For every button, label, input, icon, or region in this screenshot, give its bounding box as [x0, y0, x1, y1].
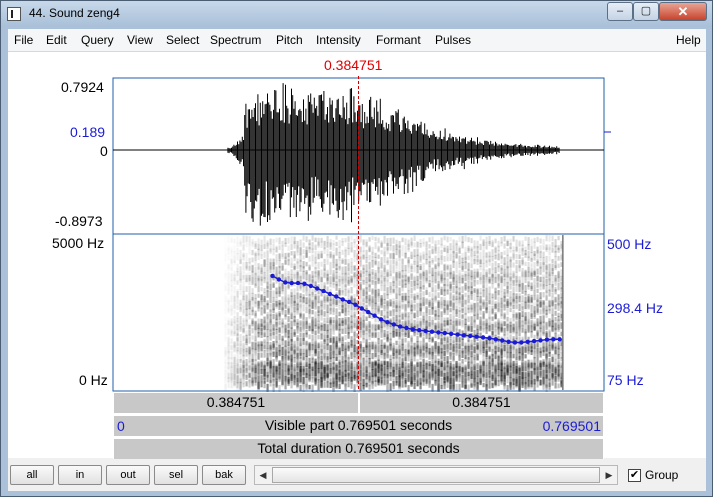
- zoom-selection-button[interactable]: sel: [154, 465, 198, 485]
- menu-file[interactable]: File: [14, 33, 33, 47]
- horizontal-scrollbar[interactable]: ◀ ▶: [254, 465, 618, 485]
- bottom-toolbar: all in out sel bak ◀ ▶ ✔ Group: [8, 459, 706, 491]
- pitch-point: [340, 297, 345, 302]
- pitch-point: [359, 306, 364, 311]
- pitch-point: [308, 283, 313, 289]
- pitch-point: [487, 336, 492, 341]
- zoom-in-button[interactable]: in: [58, 465, 102, 485]
- pitch-point: [410, 327, 416, 332]
- visible-start-label: 0: [117, 418, 125, 434]
- scroll-left-arrow-icon[interactable]: ◀: [255, 466, 271, 484]
- pitch-point: [449, 331, 454, 336]
- pitch-track: [270, 273, 562, 345]
- spectrogram: [227, 235, 564, 393]
- pitch-point: [372, 313, 377, 318]
- pitch-point: [404, 325, 409, 331]
- minimize-button[interactable]: ‒: [607, 2, 633, 21]
- pitch-point: [378, 317, 384, 322]
- pitch-point: [455, 332, 460, 337]
- scroll-right-arrow-icon[interactable]: ▶: [601, 466, 617, 484]
- pitch-point: [417, 328, 422, 333]
- menu-help[interactable]: Help: [676, 33, 701, 47]
- praat-sound-window: 44. Sound zeng4 ‒ ▢ ✕ File Edit Query Vi…: [0, 0, 713, 497]
- all-button[interactable]: all: [10, 465, 54, 485]
- pitch-point: [391, 322, 396, 327]
- pitch-point: [512, 340, 518, 345]
- sound-editor: 0.384751 0.7924 0.189 0 -0.8973 5000 Hz …: [8, 52, 706, 460]
- menu-edit[interactable]: Edit: [46, 33, 67, 47]
- close-button[interactable]: ✕: [659, 2, 707, 21]
- pitch-point: [397, 324, 403, 329]
- pitch-point: [423, 328, 428, 334]
- menu-intensity[interactable]: Intensity: [316, 33, 361, 47]
- pitch-point: [506, 339, 511, 344]
- pitch-point: [442, 330, 447, 336]
- pitch-point: [276, 277, 282, 282]
- pitch-point: [480, 335, 486, 340]
- window-title: 44. Sound zeng4: [29, 6, 120, 20]
- pitch-point: [557, 337, 562, 342]
- pitch-point: [436, 330, 441, 335]
- right-segment-bar[interactable]: 0.384751: [359, 392, 604, 414]
- visible-part-bar[interactable]: 0 Visible part 0.769501 seconds 0.769501: [113, 415, 604, 437]
- praat-app-icon[interactable]: [7, 7, 21, 21]
- zoom-back-button[interactable]: bak: [202, 465, 246, 485]
- visible-part-label: Visible part 0.769501 seconds: [264, 417, 453, 433]
- menu-select[interactable]: Select: [166, 33, 199, 47]
- menu-pulses[interactable]: Pulses: [435, 33, 471, 47]
- pitch-point: [302, 281, 307, 286]
- pitch-point: [327, 291, 333, 297]
- pitch-point: [544, 337, 550, 342]
- title-bar: 44. Sound zeng4 ‒ ▢ ✕: [1, 1, 712, 27]
- pitch-point: [346, 299, 352, 305]
- pitch-point: [461, 333, 467, 338]
- scrollbar-thumb[interactable]: [272, 467, 600, 483]
- pitch-point: [538, 338, 543, 343]
- pitch-point: [429, 329, 435, 334]
- client-area: File Edit Query View Select Spectrum Pit…: [8, 29, 706, 491]
- pitch-point: [525, 339, 530, 344]
- pitch-point: [283, 280, 288, 285]
- pitch-point: [500, 338, 505, 343]
- menu-pitch[interactable]: Pitch: [276, 33, 303, 47]
- pitch-point: [385, 320, 390, 325]
- pitch-point: [321, 288, 326, 294]
- pitch-point: [551, 337, 556, 342]
- visible-end-label: 0.769501: [542, 418, 601, 434]
- group-label: Group: [645, 468, 679, 482]
- pitch-point: [366, 309, 371, 315]
- pitch-point: [468, 333, 473, 339]
- pitch-point: [531, 338, 537, 344]
- pitch-point: [295, 280, 301, 286]
- maximize-button[interactable]: ▢: [633, 2, 659, 21]
- pitch-point: [315, 286, 320, 291]
- pitch-point: [493, 337, 498, 342]
- pitch-point: [270, 273, 275, 279]
- zoom-out-button[interactable]: out: [106, 465, 150, 485]
- pitch-point: [334, 294, 339, 299]
- pitch-point: [474, 334, 479, 339]
- menu-spectrum[interactable]: Spectrum: [210, 33, 261, 47]
- menu-formant[interactable]: Formant: [376, 33, 421, 47]
- menu-view[interactable]: View: [127, 33, 153, 47]
- menu-bar: File Edit Query View Select Spectrum Pit…: [8, 29, 706, 52]
- total-duration-bar[interactable]: Total duration 0.769501 seconds: [113, 438, 604, 460]
- left-segment-bar[interactable]: 0.384751: [113, 392, 359, 414]
- pitch-point: [289, 280, 294, 286]
- group-checkbox[interactable]: ✔: [628, 469, 641, 482]
- menu-query[interactable]: Query: [81, 33, 114, 47]
- pitch-point: [519, 340, 524, 345]
- pitch-point: [353, 302, 358, 307]
